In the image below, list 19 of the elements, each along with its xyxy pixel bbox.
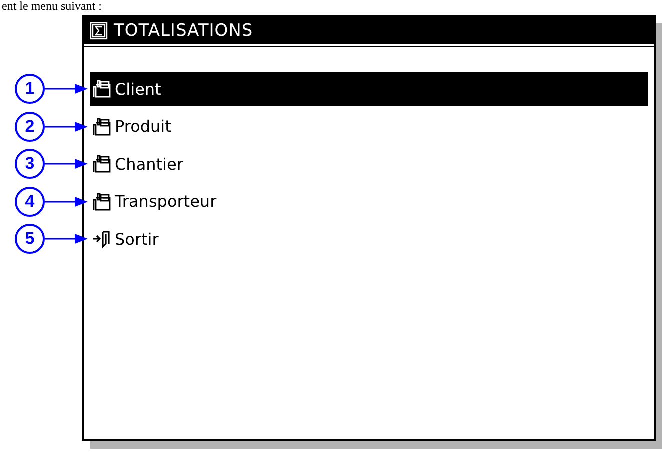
callout-number: 2 [15,112,45,142]
callout-arrow [45,83,88,95]
sigma-icon [90,22,108,40]
callout-number: 1 [15,74,45,104]
file-folder-icon [92,116,112,136]
callout-number: 4 [15,186,45,216]
callout-number: 5 [15,224,45,254]
window-title: TOTALISATIONS [114,20,254,40]
callout-arrow [45,120,88,132]
callout-number: 3 [15,149,45,179]
file-folder-icon [92,192,112,212]
caption-text: ent le menu suivant : [1,0,103,13]
callout-arrow [45,233,88,245]
file-folder-icon [92,154,112,174]
callout-arrow [45,158,88,170]
menu-item[interactable]: Client [90,72,648,106]
exit-door-icon [92,229,112,249]
callout-arrow [45,196,88,208]
file-folder-icon [92,79,112,99]
